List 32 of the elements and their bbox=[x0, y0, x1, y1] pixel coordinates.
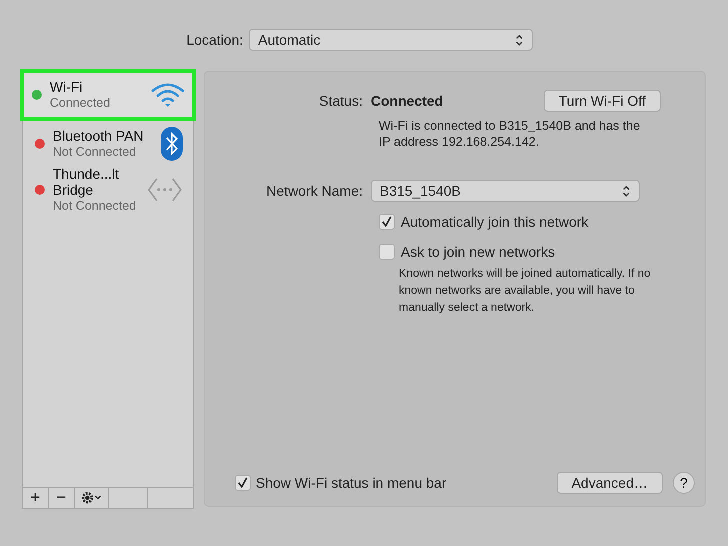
status-value: Connected bbox=[371, 93, 444, 109]
service-name: Bluetooth PAN bbox=[53, 128, 145, 144]
updown-icon bbox=[515, 34, 524, 46]
service-status: Not Connected bbox=[53, 144, 138, 160]
status-label: Status: bbox=[318, 93, 364, 109]
checkbox-label: Show Wi-Fi status in menu bar bbox=[256, 475, 447, 491]
network-name-label: Network Name: bbox=[266, 183, 364, 199]
checkbox[interactable] bbox=[379, 214, 395, 230]
checkbox[interactable] bbox=[235, 475, 251, 491]
service-item[interactable]: Thunde...lt Bridge Not Connected bbox=[23, 167, 193, 213]
location-label: Location: bbox=[186, 32, 244, 48]
service-name: Wi-Fi bbox=[50, 79, 84, 95]
location-dropdown[interactable]: Automatic bbox=[249, 29, 534, 51]
turn-wifi-off-button[interactable]: Turn Wi-Fi Off bbox=[544, 90, 661, 112]
bluetooth-icon bbox=[161, 127, 183, 161]
service-name: Thunde...lt Bridge bbox=[53, 166, 120, 198]
service-item[interactable]: Bluetooth PAN Not Connected bbox=[23, 121, 193, 167]
service-status: Connected bbox=[50, 95, 112, 111]
checkbox-label: Ask to join new networks bbox=[401, 244, 556, 260]
wifi-icon bbox=[150, 82, 186, 108]
help-button[interactable]: ? bbox=[673, 472, 695, 494]
advanced-button[interactable]: Advanced… bbox=[556, 472, 663, 494]
status-description: Wi-Fi is connected to B315_1540B and has the IP address 192.168.254.142. bbox=[379, 118, 642, 150]
checkbox-label: Automatically join this network bbox=[401, 214, 589, 230]
gear-icon bbox=[80, 491, 102, 505]
note-text: Known networks will be joined automatically. If no known networks are available, you will have to manually select a network. bbox=[399, 267, 652, 316]
bridge-icon bbox=[147, 177, 183, 203]
service-item[interactable]: Wi-Fi Connected bbox=[20, 69, 196, 121]
network-name-dropdown[interactable]: B315_1540B bbox=[371, 180, 640, 202]
updown-icon bbox=[622, 184, 631, 198]
service-status: Not Connected bbox=[53, 198, 138, 214]
checkbox[interactable] bbox=[379, 244, 395, 260]
